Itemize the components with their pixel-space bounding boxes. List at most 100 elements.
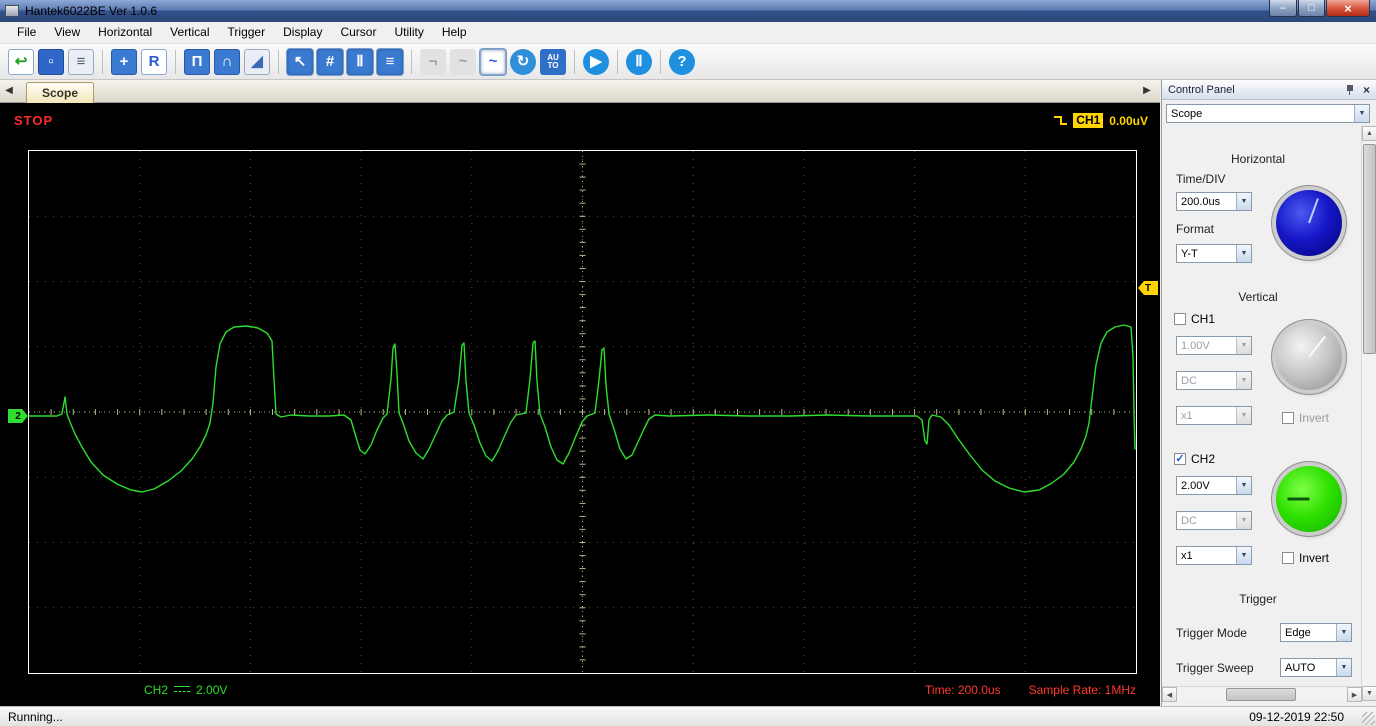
trigger-edge-icon (1054, 114, 1068, 127)
time-per-div-readout: Time: 200.0us (925, 683, 1001, 697)
stop-indicator[interactable]: STOP (14, 113, 53, 128)
ch1-probe-select: x1 ▼ (1176, 406, 1252, 425)
ch2-ground-marker[interactable]: 2 (8, 409, 28, 423)
auto-icon[interactable]: AU TO (540, 48, 566, 75)
menu-item-utility[interactable]: Utility (385, 22, 432, 43)
window-title: Hantek6022BE Ver 1.0.6 (25, 4, 158, 18)
scroll-up-icon[interactable]: ▲ (1362, 126, 1376, 141)
trigger-heading: Trigger (1239, 592, 1277, 606)
format-select[interactable]: Y-T ▼ (1176, 244, 1252, 263)
reference-wave-icon[interactable]: R (141, 48, 167, 75)
help-icon[interactable]: ? (669, 48, 695, 75)
control-panel-title: Control Panel (1168, 83, 1235, 96)
sample-rate-readout: Sample Rate: 1MHz (1028, 683, 1136, 697)
pulse-wave-icon[interactable]: ∩ (214, 48, 240, 75)
close-button[interactable]: × (1326, 0, 1370, 17)
ch1-invert-label: Invert (1299, 411, 1330, 425)
refresh-icon[interactable]: ↻ (510, 48, 536, 75)
menu-item-file[interactable]: File (8, 22, 45, 43)
step-wave-disabled-icon: ¬ (420, 48, 446, 75)
chevron-down-icon: ▼ (1236, 337, 1251, 354)
maximize-button[interactable]: □ (1298, 0, 1325, 17)
toolbar-separator (660, 49, 661, 74)
display-lines-icon[interactable]: ≡ (377, 48, 403, 75)
status-datetime: 09-12-2019 22:50 (1249, 709, 1344, 724)
menu-item-view[interactable]: View (45, 22, 89, 43)
sine-wave-icon[interactable]: ~ (480, 48, 506, 75)
cursor-icon[interactable]: ↖ (287, 48, 313, 75)
autoscale-icon[interactable]: + (111, 48, 137, 75)
ch2-scale-readout: CH2 2.00V (138, 681, 234, 698)
ch1-volts-select: 1.00V ▼ (1176, 336, 1252, 355)
toolbar-separator (175, 49, 176, 74)
toolbar-separator (102, 49, 103, 74)
ch1-position-knob (1276, 324, 1342, 390)
horizontal-heading: Horizontal (1230, 152, 1286, 166)
ch1-invert-checkbox (1282, 412, 1294, 424)
save-icon[interactable]: ▫ (38, 48, 64, 75)
minimize-button[interactable]: – (1269, 0, 1297, 17)
run-icon[interactable]: ▶ (583, 48, 609, 75)
menu-item-horizontal[interactable]: Horizontal (89, 22, 161, 43)
tab-scope[interactable]: Scope (26, 82, 94, 103)
square-wave-icon[interactable]: Π (184, 48, 210, 75)
panel-close-icon[interactable]: × (1363, 83, 1370, 97)
vscroll-thumb[interactable] (1363, 144, 1376, 354)
trigger-sweep-select[interactable]: AUTO ▼ (1280, 658, 1352, 677)
control-panel-vscrollbar[interactable]: ▲ ▼ (1361, 126, 1376, 701)
chevron-down-icon: ▼ (1236, 245, 1251, 262)
menu-item-display[interactable]: Display (274, 22, 331, 43)
chevron-down-icon: ▼ (1236, 372, 1251, 389)
toolbar-separator (574, 49, 575, 74)
control-panel-hscrollbar[interactable]: ◀ ▶ (1162, 686, 1362, 702)
time-div-select[interactable]: 200.0us ▼ (1176, 192, 1252, 211)
tab-scroll-right-icon[interactable]: ▶ (1140, 85, 1154, 96)
control-panel-header: Control Panel × (1162, 80, 1376, 100)
scroll-left-icon[interactable]: ◀ (1162, 687, 1177, 702)
menu-item-vertical[interactable]: Vertical (161, 22, 218, 43)
scroll-right-icon[interactable]: ▶ (1347, 687, 1362, 702)
ch2-volts-select[interactable]: 2.00V ▼ (1176, 476, 1252, 495)
toolbar-separator (617, 49, 618, 74)
chevron-down-icon: ▼ (1236, 547, 1251, 564)
graticule: 2 T (8, 150, 1158, 674)
ramp-wave-icon[interactable]: ◢ (244, 48, 270, 75)
ch2-label: CH2 (1191, 452, 1216, 466)
pause-icon[interactable]: Ⅱ (626, 48, 652, 75)
ch2-position-knob[interactable] (1276, 466, 1342, 532)
sine-wave-disabled-icon: ~ (450, 48, 476, 75)
print-icon[interactable]: ≡ (68, 48, 94, 75)
trigger-mode-select[interactable]: Edge ▼ (1280, 623, 1352, 642)
resize-grip[interactable] (1362, 712, 1375, 725)
pin-icon[interactable] (1345, 84, 1355, 96)
trigger-sweep-label: Trigger Sweep (1176, 661, 1254, 675)
ch2-name: CH2 (144, 682, 169, 697)
ch2-checkbox[interactable] (1174, 453, 1186, 465)
scroll-down-icon[interactable]: ▼ (1362, 686, 1376, 701)
ch2-probe-select[interactable]: x1 ▼ (1176, 546, 1252, 565)
knob-indicator (1287, 497, 1310, 501)
trigger-level-value: 0.00uV (1109, 113, 1148, 128)
menu-item-help[interactable]: Help (433, 22, 476, 43)
chevron-down-icon: ▼ (1236, 477, 1251, 494)
knob-indicator (1308, 335, 1326, 358)
tab-scroll-left-icon[interactable]: ◀ (2, 85, 16, 96)
ch1-checkbox[interactable] (1174, 313, 1186, 325)
chevron-down-icon: ▼ (1236, 193, 1251, 210)
ch2-invert-checkbox[interactable] (1282, 552, 1294, 564)
tab-strip: ◀ Scope ▶ (0, 80, 1160, 103)
panel-mode-select[interactable]: Scope ▼ (1166, 104, 1370, 123)
load-icon[interactable]: ↩ (8, 48, 34, 75)
status-bar: Running... 09-12-2019 22:50 (0, 706, 1376, 726)
status-text: Running... (8, 709, 63, 724)
menu-item-trigger[interactable]: Trigger (219, 22, 275, 43)
grid-icon[interactable]: # (317, 48, 343, 75)
horizontal-position-knob[interactable] (1276, 190, 1342, 256)
dc-coupling-icon (174, 685, 191, 694)
menu-item-cursor[interactable]: Cursor (331, 22, 385, 43)
trigger-level-marker[interactable]: T (1138, 281, 1158, 295)
trigger-channel-badge: CH1 (1073, 113, 1104, 128)
measure-icon[interactable]: Ⅱ (347, 48, 373, 75)
ch2-coupling-select: DC ▼ (1176, 511, 1252, 530)
hscroll-thumb[interactable] (1226, 688, 1296, 701)
